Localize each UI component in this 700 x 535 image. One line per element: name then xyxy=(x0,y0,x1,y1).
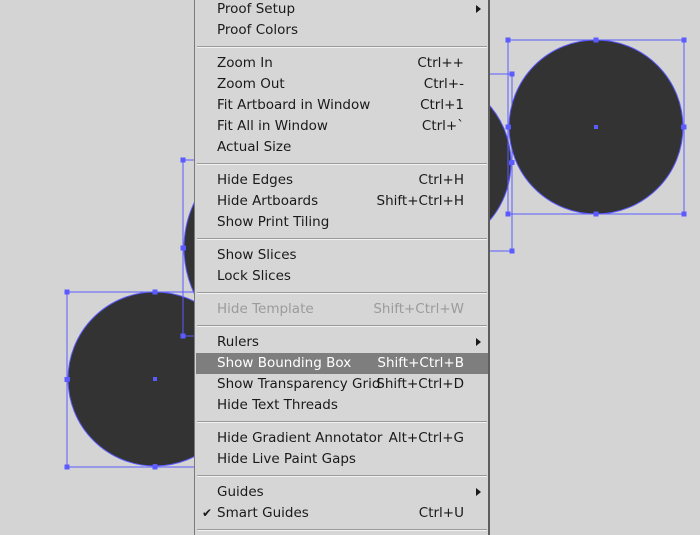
menu-item-actual-size[interactable]: Actual Size xyxy=(196,137,488,158)
menu-item-hide-template[interactable]: Hide Template Shift+Ctrl+W xyxy=(196,299,488,320)
menu-item-shortcut: Ctrl+H xyxy=(418,172,464,188)
chevron-right-icon xyxy=(476,5,481,13)
menu-item-label: Smart Guides xyxy=(217,505,309,521)
anchor-point-4-0 xyxy=(594,38,598,42)
menu-item-label: Zoom In xyxy=(217,55,273,71)
bounding-handle-4-2 xyxy=(681,37,687,43)
menu-item-label: Show Transparency Grid xyxy=(217,376,381,392)
anchor-point-2-2 xyxy=(182,246,186,250)
anchor-point-1-2 xyxy=(66,377,70,381)
center-point-4 xyxy=(594,125,598,129)
bounding-handle-4-0 xyxy=(505,37,511,43)
menu-item-label: Show Bounding Box xyxy=(217,355,352,371)
menu-item-hide-gradient-annotator[interactable]: Hide Gradient Annotator Alt+Ctrl+G xyxy=(196,428,488,449)
menu-separator xyxy=(197,325,487,327)
menu-item-label: Proof Setup xyxy=(217,1,296,17)
menu-item-label: Actual Size xyxy=(217,139,292,155)
menu-item-hide-text-threads[interactable]: Hide Text Threads xyxy=(196,395,488,416)
chevron-right-icon xyxy=(476,488,481,496)
anchor-point-1-1 xyxy=(153,464,157,468)
menu-item-shortcut: Shift+Ctrl+H xyxy=(376,193,464,209)
menu-item-shortcut: Ctrl+U xyxy=(418,505,464,521)
anchor-point-4-2 xyxy=(507,125,511,129)
bounding-handle-2-0 xyxy=(180,157,186,163)
chevron-right-icon xyxy=(476,338,481,346)
menu-item-shortcut: Shift+Ctrl+D xyxy=(376,376,464,392)
menu-item-zoom-in[interactable]: Zoom In Ctrl++ xyxy=(196,53,488,74)
menu-separator xyxy=(197,292,487,294)
menu-item-smart-guides[interactable]: ✔ Smart Guides Ctrl+U xyxy=(196,503,488,524)
menu-item-rulers[interactable]: Rulers xyxy=(196,332,488,353)
menu-item-fit-artboard-in-window[interactable]: Fit Artboard in Window Ctrl+1 xyxy=(196,95,488,116)
menu-item-label: Guides xyxy=(217,484,264,500)
menu-item-show-slices[interactable]: Show Slices xyxy=(196,245,488,266)
menu-item-shortcut: Ctrl+1 xyxy=(420,97,464,113)
menu-item-label: Hide Artboards xyxy=(217,193,319,209)
menu-item-label: Show Print Tiling xyxy=(217,214,330,230)
menu-item-label: Hide Text Threads xyxy=(217,397,338,413)
menu-separator xyxy=(197,46,487,48)
menu-item-show-print-tiling[interactable]: Show Print Tiling xyxy=(196,212,488,233)
menu-item-zoom-out[interactable]: Zoom Out Ctrl+- xyxy=(196,74,488,95)
menu-item-shortcut: Ctrl+- xyxy=(423,76,464,92)
bounding-handle-1-5 xyxy=(64,464,70,470)
menu-item-label: Zoom Out xyxy=(217,76,285,92)
menu-item-proof-colors[interactable]: Proof Colors xyxy=(196,20,488,41)
menu-item-label: Hide Gradient Annotator xyxy=(217,430,383,446)
anchor-point-4-3 xyxy=(681,125,685,129)
bounding-handle-3-2 xyxy=(509,71,515,77)
bounding-handle-3-7 xyxy=(509,248,515,254)
menu-item-lock-slices[interactable]: Lock Slices xyxy=(196,266,488,287)
menu-item-show-bounding-box[interactable]: Show Bounding Box Shift+Ctrl+B xyxy=(196,353,488,374)
menu-separator xyxy=(197,238,487,240)
anchor-point-4-1 xyxy=(594,212,598,216)
check-icon: ✔ xyxy=(202,506,213,520)
menu-item-hide-live-paint-gaps[interactable]: Hide Live Paint Gaps xyxy=(196,449,488,470)
menu-item-shortcut: Shift+Ctrl+W xyxy=(373,301,464,317)
menu-item-label: Fit Artboard in Window xyxy=(217,97,371,113)
menu-item-fit-all-in-window[interactable]: Fit All in Window Ctrl+` xyxy=(196,116,488,137)
menu-item-label: Show Slices xyxy=(217,247,297,263)
menu-item-show-transparency-grid[interactable]: Show Transparency Grid Shift+Ctrl+D xyxy=(196,374,488,395)
menu-separator xyxy=(197,475,487,477)
menu-item-shortcut: Ctrl+` xyxy=(421,118,464,134)
center-point-1 xyxy=(153,377,157,381)
menu-item-hide-artboards[interactable]: Hide Artboards Shift+Ctrl+H xyxy=(196,191,488,212)
menu-item-label: Hide Template xyxy=(217,301,314,317)
menu-item-shortcut: Ctrl++ xyxy=(417,55,464,71)
menu-item-label: Fit All in Window xyxy=(217,118,328,134)
menu-item-shortcut: Alt+Ctrl+G xyxy=(388,430,464,446)
menu-item-shortcut: Shift+Ctrl+B xyxy=(377,355,464,371)
menu-item-proof-setup[interactable]: Proof Setup xyxy=(196,0,488,20)
menu-separator xyxy=(197,421,487,423)
bounding-handle-4-5 xyxy=(505,211,511,217)
bounding-handle-2-5 xyxy=(180,333,186,339)
view-menu: Proof Setup Proof Colors Zoom In Ctrl++ Zoom… xyxy=(194,0,490,535)
menu-item-label: Hide Live Paint Gaps xyxy=(217,451,356,467)
anchor-point-1-0 xyxy=(153,290,157,294)
menu-separator xyxy=(197,529,487,531)
bounding-handle-4-7 xyxy=(681,211,687,217)
menu-separator xyxy=(197,163,487,165)
menu-item-guides[interactable]: Guides xyxy=(196,482,488,503)
menu-item-hide-edges[interactable]: Hide Edges Ctrl+H xyxy=(196,170,488,191)
menu-item-label: Lock Slices xyxy=(217,268,291,284)
menu-item-label: Rulers xyxy=(217,334,259,350)
bounding-handle-1-0 xyxy=(64,289,70,295)
anchor-point-3-3 xyxy=(509,161,513,165)
menu-item-label: Hide Edges xyxy=(217,172,294,188)
menu-item-label: Proof Colors xyxy=(217,22,298,38)
